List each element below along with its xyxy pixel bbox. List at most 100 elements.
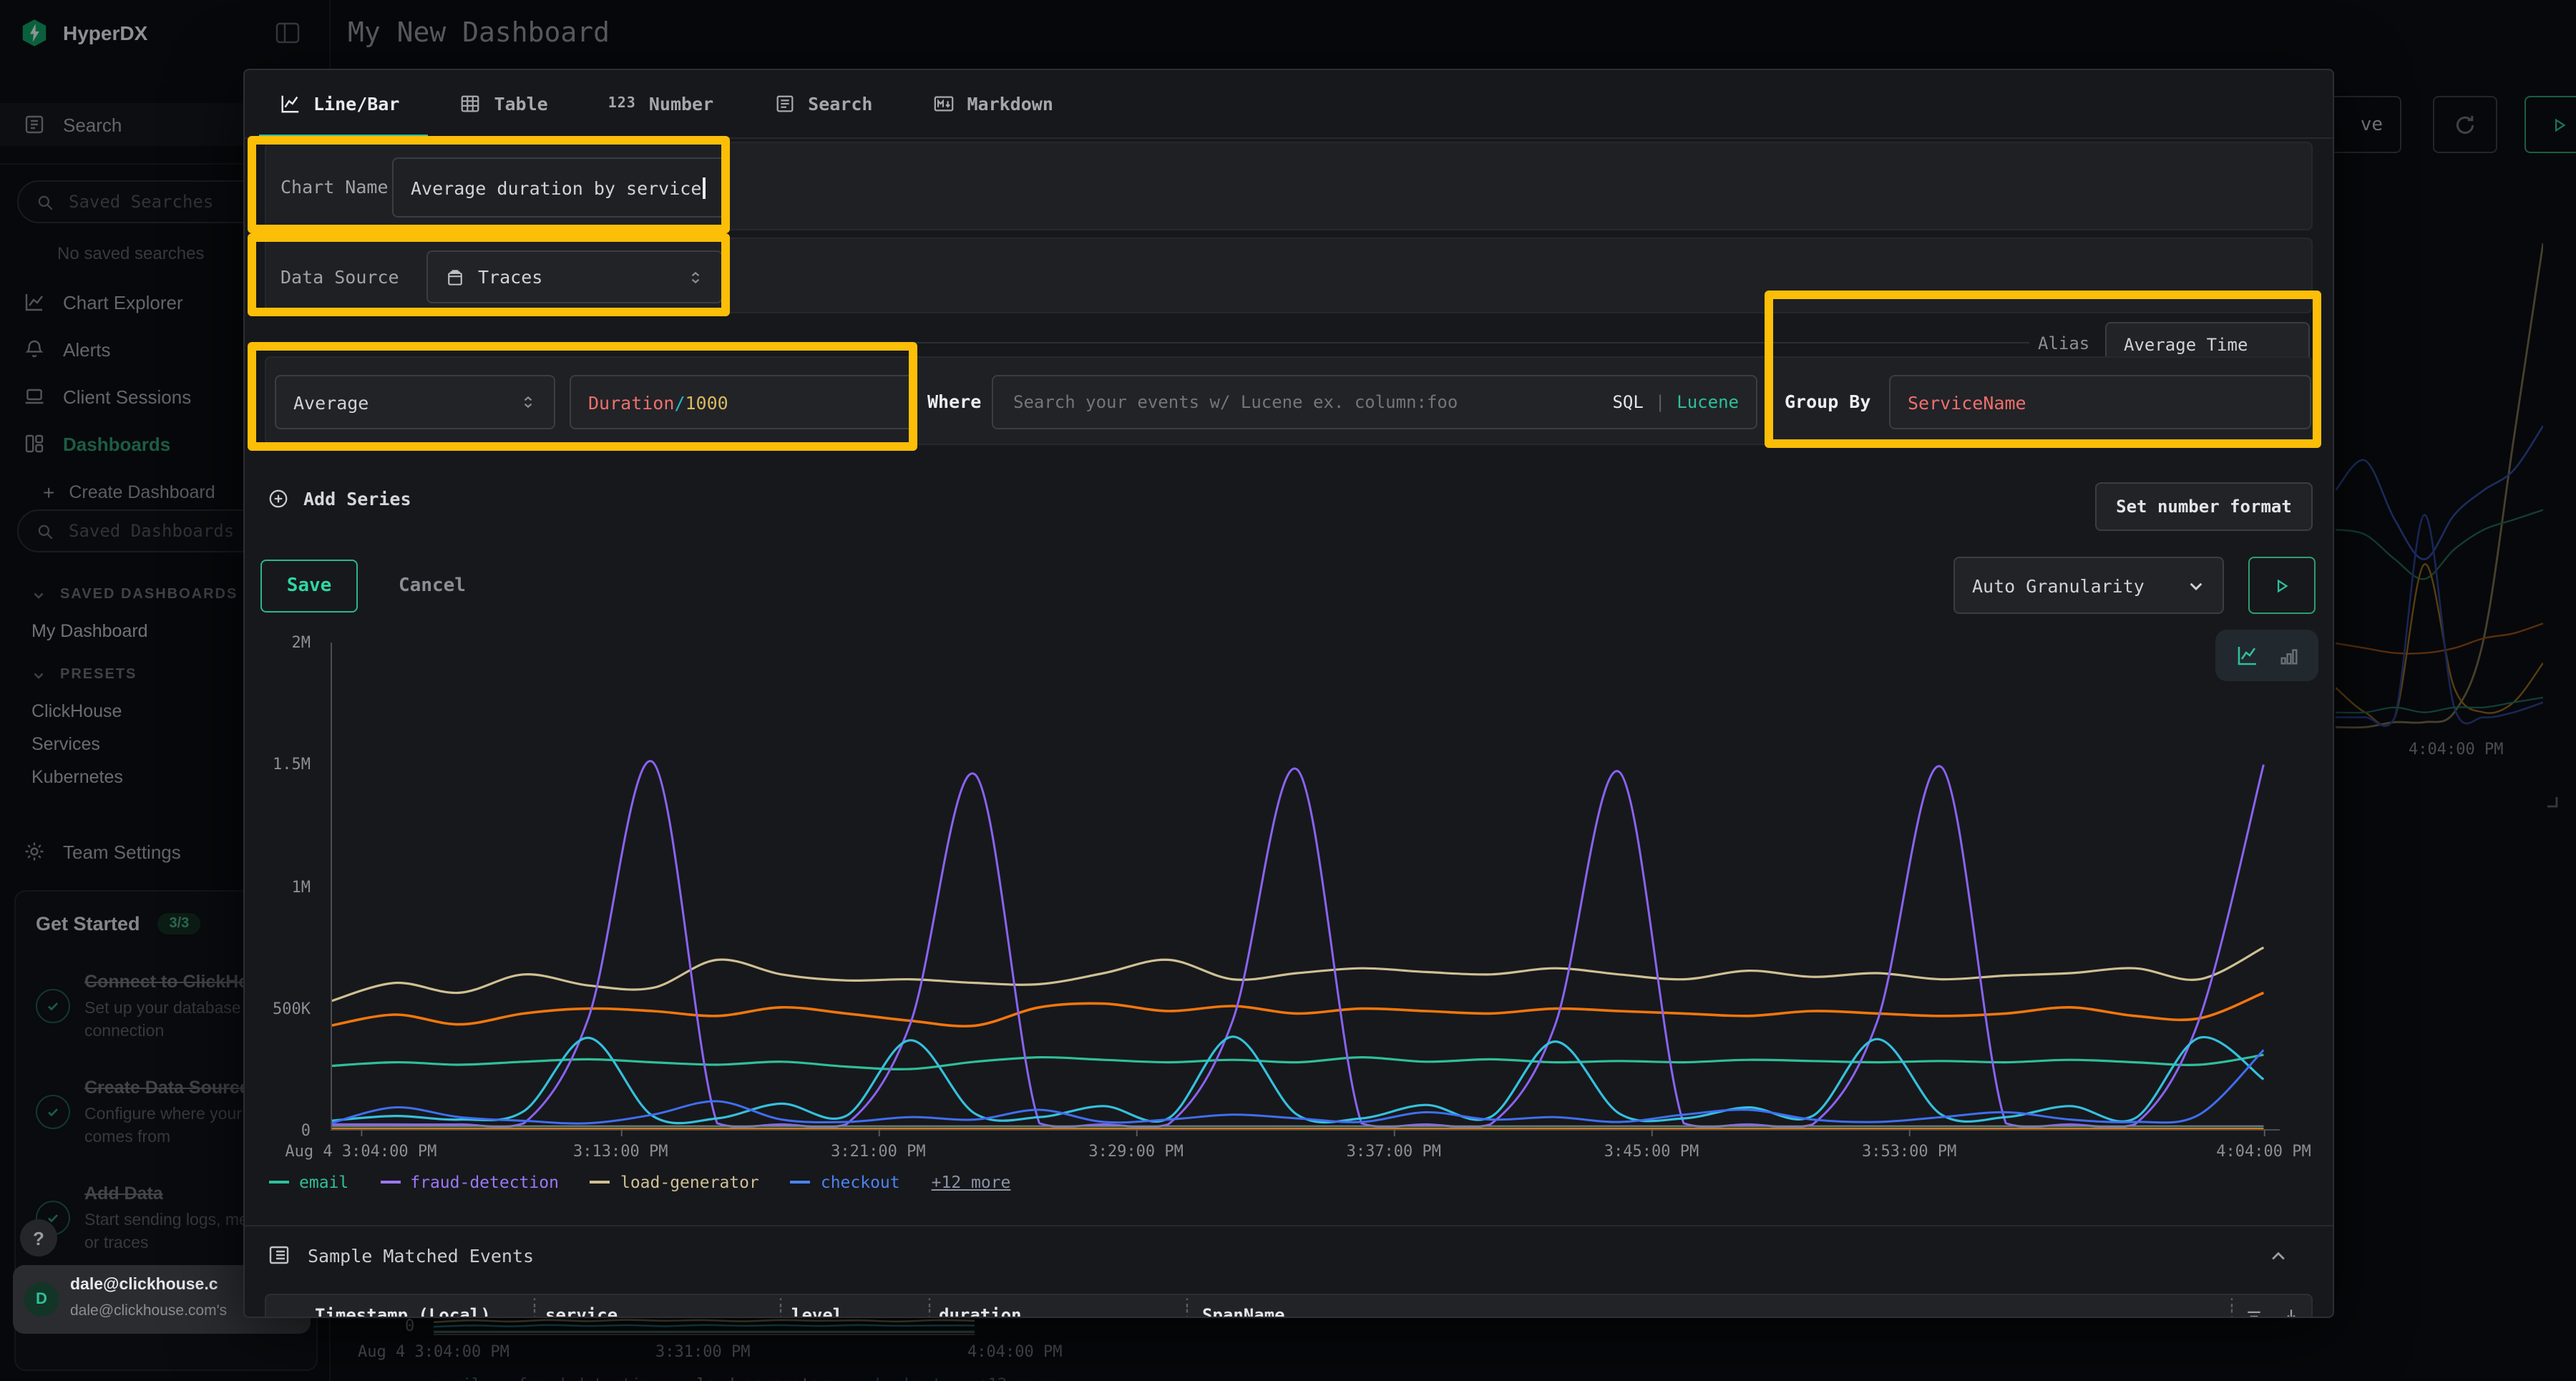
x-axis-tick: 3:21:00 PM	[831, 1142, 925, 1161]
tab-label: Markdown	[967, 93, 1053, 114]
sample-events-title: Sample Matched Events	[308, 1244, 534, 1266]
x-axis-tick: 3:13:00 PM	[573, 1142, 668, 1161]
lang-sql-toggle[interactable]: SQL	[1612, 392, 1643, 412]
column-header-level[interactable]: level	[791, 1305, 843, 1318]
legend-item-load-generator[interactable]: load-generator	[590, 1172, 759, 1192]
y-axis-tick: 0	[301, 1121, 311, 1140]
group-by-input[interactable]: ServiceName	[1889, 375, 2311, 429]
text-cursor	[703, 177, 705, 198]
events-table-header: Timestamp (Local) ⋮⋮ service ⋮⋮ level ⋮⋮…	[265, 1294, 2313, 1318]
column-drag-handle[interactable]: ⋮⋮	[922, 1301, 924, 1318]
sample-events-header[interactable]: Sample Matched Events	[268, 1244, 534, 1267]
expression-token: Duration	[588, 391, 674, 413]
legend-label: fraud-detection	[410, 1172, 559, 1192]
cancel-button[interactable]: Cancel	[382, 560, 482, 613]
save-button[interactable]: Save	[260, 560, 358, 613]
chevron-down-icon	[2187, 576, 2205, 595]
x-axis-labels: Aug 4 3:04:00 PM3:13:00 PM3:21:00 PM3:29…	[331, 1131, 2280, 1159]
tab-table[interactable]: Table	[459, 93, 547, 114]
add-series-button[interactable]: Add Series	[268, 488, 411, 509]
column-header-spanname[interactable]: SpanName	[1202, 1305, 1285, 1318]
edit-chart-modal: Line/Bar Table 123 Number Search	[243, 69, 2334, 1318]
chart-name-label: Chart Name	[280, 176, 389, 197]
chart-name-input[interactable]: Average duration by service	[392, 157, 728, 218]
x-axis-tick: 3:37:00 PM	[1347, 1142, 1441, 1161]
select-updown-icon	[519, 394, 537, 411]
bar-display-icon[interactable]	[2278, 645, 2299, 666]
table-icon	[459, 93, 481, 114]
x-axis-tick: Aug 4 3:04:00 PM	[285, 1142, 436, 1161]
legend-swatch	[590, 1181, 610, 1184]
user-name: dale@clickhouse.c	[70, 1277, 218, 1294]
legend-label: checkout	[821, 1172, 900, 1192]
section-divider	[245, 1225, 2333, 1226]
group-by-label: Group By	[1785, 391, 1870, 412]
lang-lucene-toggle[interactable]: Lucene	[1677, 392, 1739, 412]
set-number-format-button[interactable]: Set number format	[2095, 482, 2313, 531]
x-axis-tick: 3:29:00 PM	[1088, 1142, 1183, 1161]
alias-value: Average Time	[2124, 334, 2248, 354]
collapse-section-chevron-icon[interactable]	[2268, 1246, 2288, 1267]
data-source-label: Data Source	[280, 266, 399, 288]
field-expression-input[interactable]: Duration / 1000	[570, 375, 914, 429]
tab-label: Search	[808, 93, 872, 114]
tab-markdown[interactable]: Markdown	[932, 93, 1053, 114]
legend-item-checkout[interactable]: checkout	[791, 1172, 900, 1192]
chart-name-row: Chart Name Average duration by service	[265, 142, 2313, 230]
legend-swatch	[269, 1181, 289, 1184]
y-axis-tick: 500K	[273, 1000, 311, 1018]
datasource-box-icon	[445, 267, 465, 287]
tab-label: Table	[494, 93, 547, 114]
where-input-field[interactable]	[1010, 391, 1601, 414]
app-screen: HyperDX Search No saved searches Chart E…	[0, 0, 2576, 1381]
column-drag-handle[interactable]: ⋮⋮	[773, 1301, 776, 1318]
tab-label: Number	[649, 93, 713, 114]
tab-line-bar[interactable]: Line/Bar	[279, 93, 399, 114]
select-updown-icon	[687, 268, 704, 286]
y-axis-tick: 1M	[292, 877, 311, 896]
number-123-icon: 123	[608, 96, 636, 112]
search-doc-icon	[774, 93, 795, 114]
x-axis-tick: 4:04:00 PM	[2216, 1142, 2311, 1161]
download-icon[interactable]	[2281, 1307, 2301, 1318]
group-by-value: ServiceName	[1908, 391, 2026, 413]
where-label: Where	[927, 391, 981, 412]
data-source-select[interactable]: Traces	[426, 250, 723, 303]
legend-swatch	[380, 1181, 400, 1184]
where-search-input[interactable]: SQL | Lucene	[992, 375, 1757, 429]
chart-name-value: Average duration by service	[411, 177, 701, 198]
legend-label: email	[299, 1172, 348, 1192]
legend-more-link[interactable]: +12 more	[932, 1172, 1011, 1192]
aggregation-select[interactable]: Average	[275, 375, 555, 429]
avatar: D	[24, 1282, 59, 1317]
column-drag-handle[interactable]: ⋮⋮	[1179, 1301, 1182, 1318]
expression-token: 1000	[686, 391, 728, 413]
expression-token: /	[674, 391, 685, 413]
series-row: Average Duration / 1000 Where SQL | Luce…	[265, 356, 2313, 445]
markdown-icon	[932, 93, 954, 114]
help-button[interactable]: ?	[20, 1219, 57, 1256]
granularity-value: Auto Granularity	[1972, 575, 2172, 596]
user-meta: dale@clickhouse.com's	[70, 1302, 227, 1319]
tab-label: Line/Bar	[313, 93, 399, 114]
tab-search[interactable]: Search	[774, 93, 872, 114]
column-header-timestamp[interactable]: Timestamp (Local)	[315, 1305, 491, 1318]
column-drag-handle[interactable]: ⋮⋮	[527, 1301, 530, 1318]
chart-type-tabs: Line/Bar Table 123 Number Search	[245, 70, 2333, 139]
legend-item-email[interactable]: email	[269, 1172, 348, 1192]
series-divider	[265, 342, 2029, 343]
chart-plot-area[interactable]: 0500K1M1.5M2M Aug 4 3:04:00 PM3:13:00 PM…	[331, 643, 2280, 1131]
filter-icon[interactable]	[2244, 1307, 2264, 1318]
y-axis-line	[331, 643, 332, 1131]
aggregation-value: Average	[293, 391, 519, 413]
column-header-service[interactable]: service	[545, 1305, 618, 1318]
column-header-duration[interactable]: duration	[939, 1305, 1022, 1318]
legend-label: load-generator	[620, 1172, 759, 1192]
column-drag-handle[interactable]: ⋮⋮	[2224, 1301, 2227, 1318]
granularity-select[interactable]: Auto Granularity	[1953, 557, 2224, 614]
legend-item-fraud-detection[interactable]: fraud-detection	[380, 1172, 559, 1192]
tab-number[interactable]: 123 Number	[608, 93, 713, 114]
run-chart-button[interactable]	[2248, 557, 2316, 614]
legend-swatch	[791, 1181, 811, 1184]
y-axis-labels: 0500K1M1.5M2M	[245, 643, 325, 1131]
